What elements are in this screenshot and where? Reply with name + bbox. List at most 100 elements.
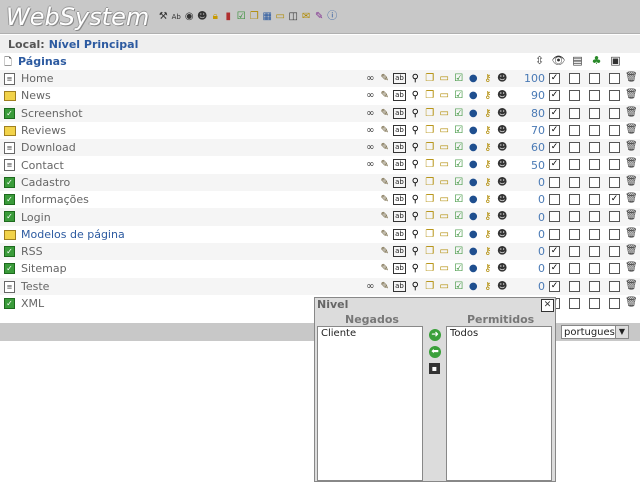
checkbox[interactable] — [589, 107, 600, 119]
checkbox[interactable] — [569, 263, 580, 275]
key-icon[interactable]: ⚷ — [481, 193, 496, 206]
key-icon[interactable]: ⚷ — [481, 72, 496, 85]
link-icon[interactable]: ∞ — [363, 89, 378, 102]
trash-icon[interactable]: 🗑︎ — [625, 176, 638, 187]
copy-icon[interactable]: ❐ — [423, 228, 438, 241]
move-icon[interactable]: ▭ — [437, 124, 452, 137]
rename-icon[interactable]: ab — [393, 90, 406, 102]
checkbox[interactable]: ✓ — [549, 124, 560, 136]
approve-icon[interactable]: ☑ — [452, 141, 467, 154]
checkbox[interactable]: ✓ — [549, 90, 560, 102]
globe-icon[interactable]: ● — [466, 158, 481, 171]
rename-icon[interactable]: ab — [393, 194, 406, 206]
trash-icon[interactable]: 🗑︎ — [625, 72, 638, 83]
trash-icon[interactable]: 🗑︎ — [625, 141, 638, 152]
checkbox[interactable] — [589, 245, 600, 257]
globe-icon[interactable]: ● — [466, 210, 481, 223]
copy-icon[interactable]: ❐ — [423, 262, 438, 275]
edit-icon[interactable]: ✎ — [378, 158, 393, 171]
checkbox[interactable] — [609, 159, 620, 171]
language-select[interactable]: portugues ▼ — [561, 325, 629, 339]
visible-icon[interactable]: 👁︎ — [549, 54, 568, 67]
checkbox[interactable] — [609, 176, 620, 188]
link-icon[interactable]: ∞ — [363, 107, 378, 120]
checkbox[interactable] — [609, 280, 620, 292]
rename-icon[interactable]: ab — [393, 124, 406, 136]
move-icon[interactable]: ▭ — [437, 72, 452, 85]
approve-icon[interactable]: ☑ — [452, 107, 467, 120]
users-icon[interactable]: ☻ — [495, 280, 510, 293]
key-icon[interactable]: ⚷ — [481, 176, 496, 189]
globe-icon[interactable]: ● — [466, 107, 481, 120]
search-icon[interactable]: ⚲ — [408, 210, 423, 223]
table-row[interactable]: Modelos de página ∞✎ab⚲❐▭☑●⚷☻ 0 🗑︎ — [0, 226, 640, 243]
approve-icon[interactable]: ☑ — [452, 89, 467, 102]
users-icon[interactable]: ☻ — [495, 262, 510, 275]
key-icon[interactable]: ⚷ — [481, 228, 496, 241]
location-value[interactable]: Nível Principal — [49, 38, 139, 51]
copy-icon[interactable]: ❐ — [423, 176, 438, 189]
users-icon[interactable]: ☻ — [495, 124, 510, 137]
lock-icon[interactable]: 🔒︎ — [209, 11, 221, 23]
table-row[interactable]: ≡ Home ∞ ✎ ab ⚲ ❐ ▭ ☑ ● ⚷ ☻ 100 ✓ 🗑︎ — [0, 70, 640, 88]
users-icon[interactable]: ☻ — [495, 72, 510, 85]
page-order[interactable]: 50 — [521, 159, 545, 172]
edit-icon[interactable]: ✎ — [378, 72, 393, 85]
copy-icon[interactable]: ❐ — [423, 124, 438, 137]
link-icon[interactable]: ∞ — [363, 124, 378, 137]
copy-icon[interactable]: ❐ — [248, 11, 260, 23]
move-icon[interactable]: ▭ — [437, 89, 452, 102]
checkbox[interactable] — [549, 176, 560, 188]
move-icon[interactable]: ▭ — [437, 158, 452, 171]
trash-icon[interactable]: 🗑︎ — [625, 89, 638, 100]
page-order[interactable]: 80 — [521, 107, 545, 120]
approve-icon[interactable]: ☑ — [452, 280, 467, 293]
checkbox[interactable] — [609, 107, 620, 119]
edit-icon[interactable]: ✎ — [378, 262, 393, 275]
checkbox[interactable]: ✓ — [549, 159, 560, 171]
copy-icon[interactable]: ❐ — [423, 193, 438, 206]
mail-icon[interactable]: ✉ — [300, 11, 312, 23]
rename-icon[interactable]: ab — [393, 228, 406, 240]
table-row[interactable]: Reviews ∞ ✎ ab ⚲ ❐ ▭ ☑ ● ⚷ ☻ 70 ✓ 🗑︎ — [0, 122, 640, 139]
globe-icon[interactable]: ● — [466, 262, 481, 275]
rename-icon[interactable]: ab — [393, 142, 406, 154]
globe-icon[interactable]: ● — [466, 245, 481, 258]
move-icon[interactable]: ▭ — [437, 107, 452, 120]
page-order[interactable]: 100 — [521, 72, 545, 85]
table-row[interactable]: ✓ RSS ∞✎ab⚲❐▭☑●⚷☻ 0 ✓ 🗑︎ — [0, 242, 640, 261]
page-order[interactable]: 90 — [521, 89, 545, 102]
trash-icon[interactable]: 🗑︎ — [625, 158, 638, 169]
checkbox[interactable]: ✓ — [549, 263, 560, 275]
users-icon[interactable]: ☻ — [495, 89, 510, 102]
users-icon[interactable]: ☻ — [495, 141, 510, 154]
key-icon[interactable]: ⚷ — [481, 158, 496, 171]
approve-icon[interactable]: ☑ — [452, 262, 467, 275]
checkbox[interactable] — [569, 124, 580, 136]
approve-icon[interactable]: ☑ — [452, 72, 467, 85]
list-item[interactable]: Cliente — [321, 328, 419, 339]
checkbox[interactable]: ✓ — [549, 73, 560, 84]
copy-icon[interactable]: ❐ — [423, 89, 438, 102]
move-icon[interactable]: ▭ — [437, 245, 452, 258]
checkbox[interactable]: ✓ — [549, 107, 560, 119]
page-name[interactable]: Teste — [21, 280, 49, 293]
users-icon[interactable]: ☻ — [495, 176, 510, 189]
search-icon[interactable]: ⚲ — [408, 124, 423, 137]
page-name[interactable]: Informações — [21, 193, 89, 206]
key-icon[interactable]: ⚷ — [481, 89, 496, 102]
trash-icon[interactable]: 🗑︎ — [625, 107, 638, 118]
checkbox[interactable] — [589, 159, 600, 171]
checkbox[interactable] — [609, 228, 620, 240]
page-name[interactable]: News — [21, 89, 51, 102]
trash-icon[interactable]: 🗑︎ — [625, 193, 638, 204]
page-name[interactable]: Cadastro — [21, 176, 70, 189]
search-icon[interactable]: ⚲ — [408, 245, 423, 258]
search-icon[interactable]: ⚲ — [408, 141, 423, 154]
edit-icon[interactable]: ✎ — [378, 176, 393, 189]
users-icon[interactable]: ☻ — [196, 11, 208, 23]
checkbox[interactable] — [589, 194, 600, 206]
checkbox[interactable] — [609, 211, 620, 223]
table-row[interactable]: ≡ Download ∞ ✎ ab ⚲ ❐ ▭ ☑ ● ⚷ ☻ 60 ✓ 🗑︎ — [0, 139, 640, 157]
globe-icon[interactable]: ● — [466, 176, 481, 189]
